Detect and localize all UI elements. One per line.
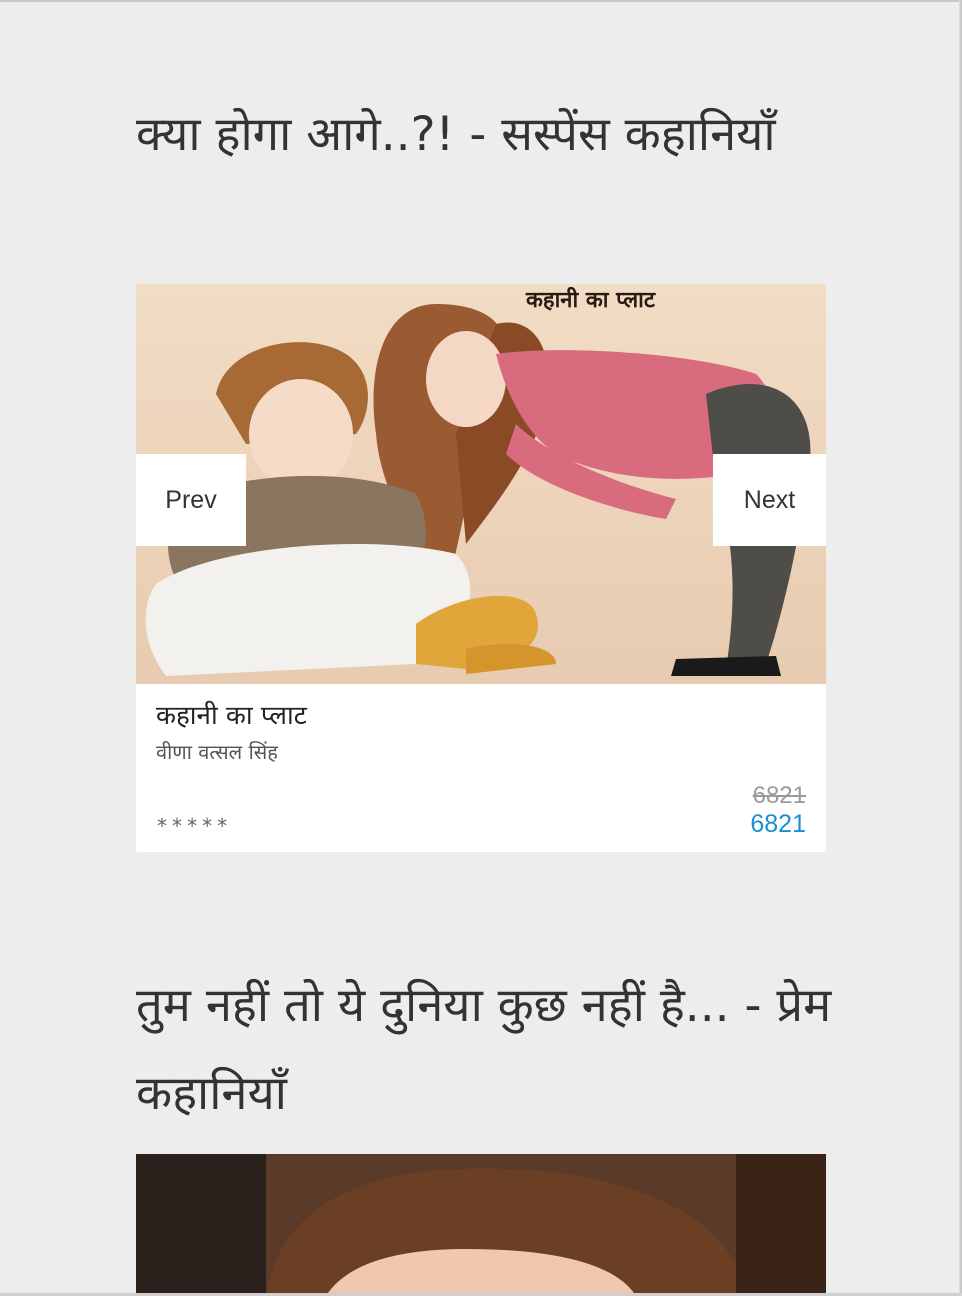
- window-top-border: [0, 0, 962, 2]
- section-title-suspense: क्या होगा आगे..?! - सस्पेंस कहानियाँ: [136, 107, 776, 162]
- section-title-romance: तुम नहीं तो ये दुनिया कुछ नहीं है... - प…: [136, 978, 832, 1121]
- next-button[interactable]: Next: [713, 454, 826, 546]
- price-current: 6821: [750, 810, 806, 838]
- story-author[interactable]: वीणा वत्सल सिंह: [156, 738, 278, 765]
- romance-cover-image[interactable]: [136, 1154, 826, 1296]
- story-title[interactable]: कहानी का प्लाट: [156, 696, 307, 732]
- story-card[interactable]: कहानी का प्लाट Prev Next कहानी का प्लाट …: [136, 284, 826, 852]
- price-original: 6821: [752, 782, 806, 809]
- romance-cover-illustration: [136, 1154, 826, 1296]
- cover-caption: कहानी का प्लाट: [526, 287, 655, 313]
- star-rating: *****: [156, 814, 232, 838]
- prev-button[interactable]: Prev: [136, 454, 246, 546]
- story-cover-image: कहानी का प्लाट Prev Next: [136, 284, 826, 684]
